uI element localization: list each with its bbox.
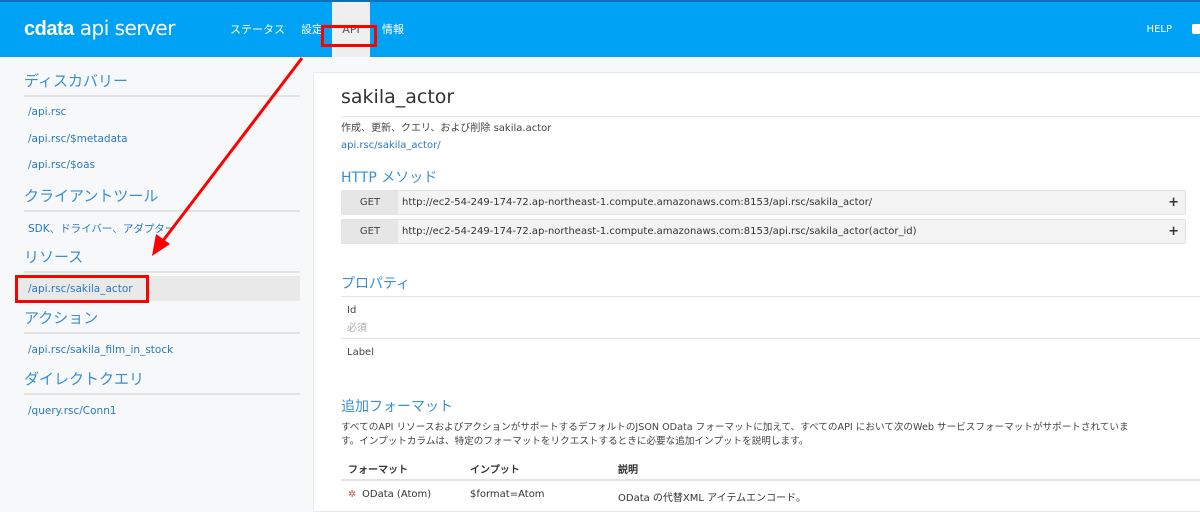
annotation-arrow	[152, 57, 304, 256]
